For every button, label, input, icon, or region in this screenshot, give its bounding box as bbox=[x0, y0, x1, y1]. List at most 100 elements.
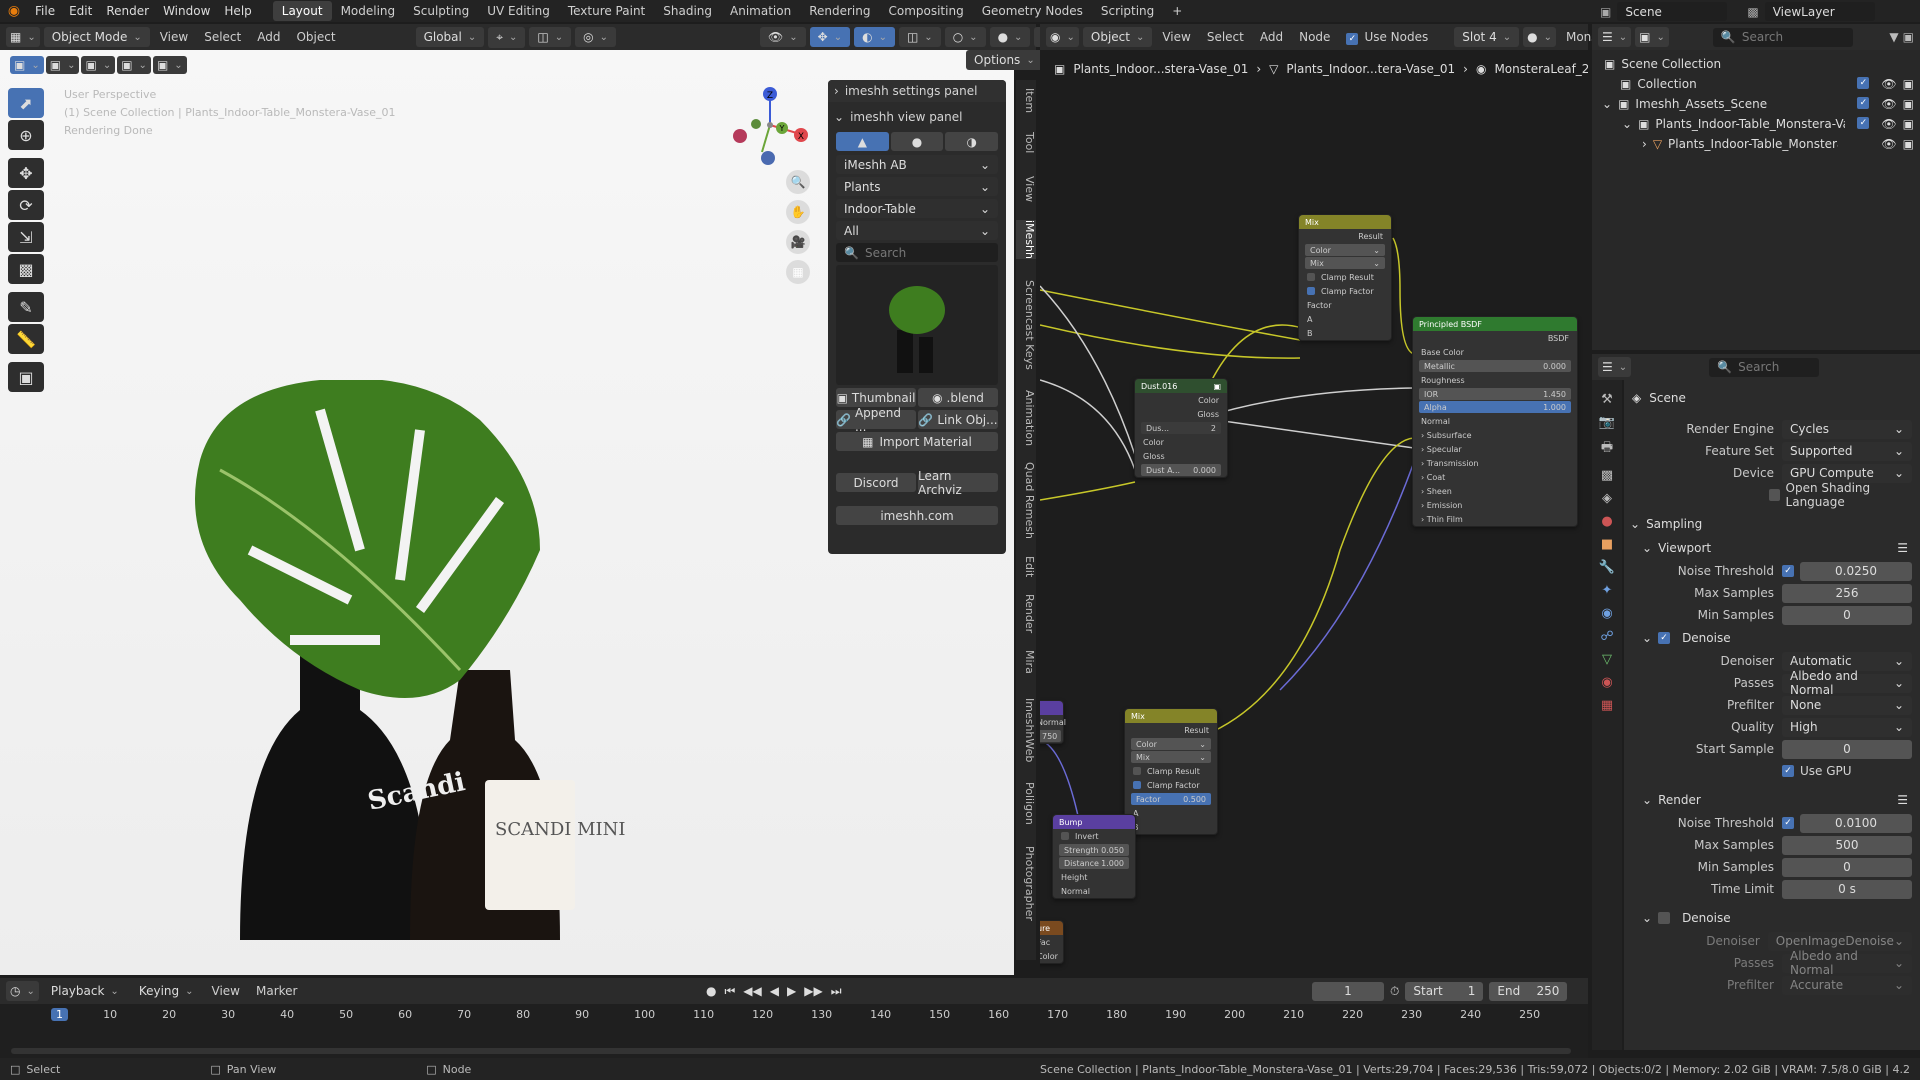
timeline-menu-view[interactable]: View bbox=[206, 984, 246, 998]
use-gpu-checkbox[interactable]: ✓ bbox=[1782, 765, 1794, 777]
outliner-search-input[interactable]: 🔍 Search bbox=[1712, 27, 1853, 47]
r-denoise-checkbox[interactable] bbox=[1658, 912, 1671, 924]
annotate-tool-icon[interactable]: ✎ bbox=[8, 292, 44, 322]
tab-shading[interactable]: Shading bbox=[654, 1, 721, 21]
jump-end-icon[interactable]: ⏭ bbox=[831, 984, 842, 999]
node-bsdf-specular[interactable]: › Specular bbox=[1413, 442, 1577, 456]
node-partial-texture[interactable]: ure Fac Color bbox=[1040, 920, 1064, 964]
imeshh-hdri-tab-icon[interactable]: ◑ bbox=[945, 132, 999, 151]
xray-icon[interactable]: ◫ bbox=[898, 27, 941, 47]
sidebar-tab-photographer[interactable]: Photographer bbox=[1016, 846, 1036, 921]
imeshh-site-button[interactable]: imeshh.com bbox=[836, 506, 998, 525]
view-layer-props-icon[interactable]: ▩ bbox=[1601, 468, 1613, 483]
object-props-icon[interactable]: ■ bbox=[1601, 537, 1613, 552]
start-frame-field[interactable]: Start 1 bbox=[1405, 981, 1484, 1001]
vp-min-field[interactable]: 0 bbox=[1782, 605, 1912, 625]
material-ball-icon[interactable]: ● bbox=[1523, 27, 1556, 47]
rotate-tool-icon[interactable]: ⟳ bbox=[8, 190, 44, 220]
camera-icon[interactable]: ▣ bbox=[1903, 117, 1914, 131]
r-min-field[interactable]: 0 bbox=[1782, 857, 1912, 877]
sidebar-tab-poliigon[interactable]: Poliigon bbox=[1016, 782, 1036, 825]
node-dust-amount-field[interactable]: Dust A... 0.000 bbox=[1141, 464, 1221, 476]
outliner-imeshh-scene[interactable]: ⌄ ▣ Imeshh_Assets_Scene ✓ 👁 ▣ bbox=[1598, 94, 1914, 114]
node-bsdf-subsurface[interactable]: › Subsurface bbox=[1413, 428, 1577, 442]
tab-compositing[interactable]: Compositing bbox=[879, 1, 972, 21]
node-bsdf-transmission[interactable]: › Transmission bbox=[1413, 456, 1577, 470]
cursor-tool-icon[interactable]: ⊕ bbox=[8, 120, 44, 150]
outliner-scene-collection[interactable]: ▣ Scene Collection bbox=[1598, 54, 1914, 74]
imeshh-thumbnail-button[interactable]: ▣ Thumbnail bbox=[836, 388, 916, 407]
viewport-options-button[interactable]: Options bbox=[966, 50, 1043, 72]
constraints-props-icon[interactable]: ☍ bbox=[1600, 629, 1613, 644]
tab-layout[interactable]: Layout bbox=[272, 1, 332, 21]
transform-tool-icon[interactable]: ▩ bbox=[8, 254, 44, 284]
imeshh-subcategory-dropdown[interactable]: Indoor-Table ⌄ bbox=[836, 199, 998, 218]
eye-icon[interactable]: 👁 bbox=[1881, 137, 1896, 151]
end-frame-field[interactable]: End 250 bbox=[1489, 981, 1568, 1001]
tab-modeling[interactable]: Modeling bbox=[332, 1, 405, 21]
camera-icon[interactable]: ▣ bbox=[1903, 97, 1914, 111]
visibility-icon[interactable]: 👁 bbox=[760, 27, 806, 47]
node-mix-bottom-color[interactable]: Color ⌄ bbox=[1131, 738, 1211, 750]
play-icon[interactable]: ▶ bbox=[787, 984, 796, 999]
node-dust[interactable]: Dust.016 ▣ Color Gloss Dus... 2 Color Glos… bbox=[1134, 378, 1228, 478]
tab-scripting[interactable]: Scripting bbox=[1092, 1, 1163, 21]
gizmo-toggle-icon[interactable]: ✥ bbox=[809, 27, 851, 47]
tab-sculpting[interactable]: Sculpting bbox=[404, 1, 478, 21]
node-bsdf-coat[interactable]: › Coat bbox=[1413, 470, 1577, 484]
current-frame-field[interactable]: 1 bbox=[1312, 981, 1384, 1001]
menu-window[interactable]: Window bbox=[156, 4, 217, 18]
camera-view-icon[interactable]: 🎥 bbox=[786, 230, 810, 254]
node-mix-bottom-clamp-result[interactable]: Clamp Result bbox=[1125, 764, 1217, 778]
scene-props-icon[interactable]: ◈ bbox=[1602, 491, 1612, 506]
zoom-icon[interactable]: 🔍 bbox=[786, 170, 810, 194]
scene-selector[interactable]: Scene bbox=[1617, 2, 1728, 21]
particles-props-icon[interactable]: ✦ bbox=[1602, 583, 1613, 598]
tab-texture-paint[interactable]: Texture Paint bbox=[559, 1, 654, 21]
next-keyframe-icon[interactable]: ▶▶ bbox=[804, 984, 822, 999]
timeline-canvas[interactable]: 1 10 20 30 40 50 60 70 80 90 100 110 120 130 140 150 160… bbox=[0, 1004, 1588, 1058]
sidebar-tab-screencast[interactable]: Screencast Keys bbox=[1016, 280, 1036, 370]
sidebar-tab-imeshh[interactable]: iMeshh bbox=[1016, 220, 1036, 259]
vp-noise-field[interactable]: 0.0250 bbox=[1800, 561, 1912, 581]
data-props-icon[interactable]: ▽ bbox=[1602, 652, 1612, 667]
r-noise-field[interactable]: 0.0100 bbox=[1800, 813, 1912, 833]
node-bsdf-thin-film[interactable]: › Thin Film bbox=[1413, 512, 1577, 526]
prefilter-dropdown[interactable]: None ⌄ bbox=[1782, 695, 1912, 715]
measure-tool-icon[interactable]: 📏 bbox=[8, 324, 44, 354]
viewport-menu-select[interactable]: Select bbox=[198, 30, 247, 44]
node-mix-bottom[interactable]: Mix Result Color ⌄ Mix ⌄ Clamp Result Clam… bbox=[1124, 708, 1218, 835]
imeshh-search-input[interactable]: 🔍 Search bbox=[836, 243, 998, 262]
node-bump-strength-field[interactable]: Strength 0.050 bbox=[1059, 844, 1129, 856]
node-bsdf-metallic-field[interactable]: Metallic 0.000 bbox=[1419, 360, 1571, 372]
imeshh-link-button[interactable]: 🔗 Link Obj... bbox=[918, 410, 998, 429]
world-props-icon[interactable]: ● bbox=[1601, 514, 1612, 529]
imeshh-materials-tab-icon[interactable]: ● bbox=[890, 132, 944, 151]
node-bump[interactable]: Bump Invert Strength 0.050 Distance 1.000 … bbox=[1052, 814, 1136, 899]
add-cube-tool-icon[interactable]: ▣ bbox=[8, 362, 44, 392]
r-denoiser-dropdown[interactable]: OpenImageDenoise ⌄ bbox=[1767, 931, 1912, 951]
sidebar-tab-mira[interactable]: Mira bbox=[1016, 650, 1036, 674]
imeshh-blend-button[interactable]: ◉ .blend bbox=[918, 388, 998, 407]
sidebar-tab-item[interactable]: Item bbox=[1016, 88, 1036, 113]
vp-denoise-subsection[interactable]: ⌄ ✓ Denoise bbox=[1624, 626, 1920, 650]
viewport-subsection[interactable]: ⌄ Viewport ☰ bbox=[1624, 536, 1920, 560]
list-icon[interactable]: ☰ bbox=[1897, 541, 1908, 555]
sampling-section[interactable]: ⌄ Sampling bbox=[1624, 512, 1920, 536]
add-workspace-icon[interactable]: + bbox=[1163, 1, 1191, 21]
tab-geometry-nodes[interactable]: Geometry Nodes bbox=[973, 1, 1092, 21]
menu-file[interactable]: File bbox=[28, 4, 62, 18]
keying-dropdown[interactable]: Keying bbox=[131, 981, 202, 1001]
sidebar-tab-tool[interactable]: Tool bbox=[1016, 132, 1036, 153]
node-mix-top-color[interactable]: Color ⌄ bbox=[1305, 244, 1385, 256]
viewport-menu-add[interactable]: Add bbox=[251, 30, 286, 44]
clock-icon[interactable]: ⏱ bbox=[1390, 984, 1399, 999]
perspective-grid-icon[interactable]: ▦ bbox=[786, 260, 810, 284]
tab-uv-editing[interactable]: UV Editing bbox=[478, 1, 559, 21]
use-nodes-toggle[interactable]: ✓ Use Nodes bbox=[1340, 30, 1434, 45]
blender-logo-icon[interactable]: ◉ bbox=[0, 3, 28, 19]
outliner-plants-object[interactable]: › ▽ Plants_Indoor-Table_Monstera- 👁 ▣ bbox=[1598, 134, 1914, 154]
node-dust-group-field[interactable]: Dus... 2 bbox=[1141, 422, 1221, 434]
imeshh-category-dropdown[interactable]: Plants ⌄ bbox=[836, 177, 998, 196]
prev-keyframe-icon[interactable]: ◀◀ bbox=[743, 984, 761, 999]
